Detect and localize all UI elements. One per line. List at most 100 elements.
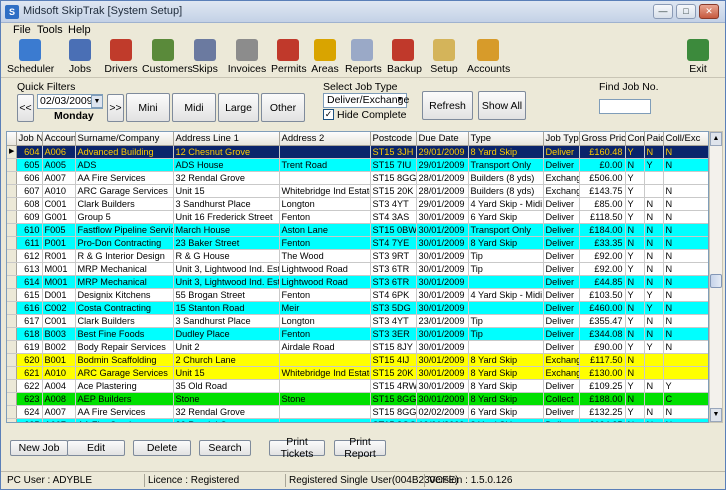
row-indicator[interactable] [7, 340, 17, 354]
table-cell[interactable]: ST15 7IU [370, 158, 417, 172]
table-cell[interactable]: G001 [42, 210, 76, 224]
table-cell[interactable]: Deliver [543, 405, 580, 419]
table-cell[interactable] [279, 171, 371, 185]
current-row-icon[interactable]: ▶ [7, 145, 17, 159]
row-indicator[interactable] [7, 379, 17, 393]
table-cell[interactable]: AEP Builders [75, 392, 174, 406]
table-cell[interactable]: ST15 0BW [370, 223, 417, 237]
toolbar-invoices-button[interactable]: Invoices [227, 39, 267, 76]
filter-mini-button[interactable]: Mini [126, 93, 170, 122]
table-cell[interactable]: £130.00 [579, 366, 626, 380]
table-row[interactable]: 611 P001 Pro-Don Contracting 23 Baker Stree… [7, 236, 708, 250]
table-row[interactable]: 621 A010 ARC Garage Services Unit 15 Whitebr… [7, 366, 708, 380]
table-cell[interactable]: Dudley Place [173, 327, 280, 341]
table-cell[interactable]: N [625, 366, 645, 380]
table-cell[interactable]: 623 [16, 392, 43, 406]
table-cell[interactable]: Deliver [543, 145, 580, 159]
table-cell[interactable]: N [663, 223, 708, 237]
filter-large-button[interactable]: Large [218, 93, 259, 122]
table-cell[interactable]: N [644, 249, 664, 263]
table-cell[interactable]: £85.00 [579, 197, 626, 211]
table-cell[interactable]: Y [625, 184, 645, 198]
table-cell[interactable]: Exchange [543, 353, 580, 367]
table-cell[interactable]: 8 Yard Skip [468, 145, 544, 159]
table-cell[interactable]: ST15 8GG [370, 392, 417, 406]
table-cell[interactable]: £117.50 [579, 353, 626, 367]
table-cell[interactable]: ST3 5DG [370, 301, 417, 315]
table-cell[interactable]: N [625, 327, 645, 341]
table-cell[interactable]: 8 Yard Skip [468, 236, 544, 250]
table-cell[interactable]: Y [625, 340, 645, 354]
table-cell[interactable]: A008 [42, 392, 76, 406]
table-cell[interactable]: 616 [16, 301, 43, 315]
table-cell[interactable]: B003 [42, 327, 76, 341]
row-indicator[interactable] [7, 184, 17, 198]
table-cell[interactable]: ARC Garage Services [75, 184, 174, 198]
menu-file[interactable]: File [13, 24, 31, 36]
row-indicator[interactable] [7, 327, 17, 341]
table-cell[interactable]: Fenton [279, 210, 371, 224]
table-cell[interactable]: Ace Plastering [75, 379, 174, 393]
table-cell[interactable] [644, 353, 664, 367]
table-cell[interactable] [663, 366, 708, 380]
search-button[interactable]: Search [199, 440, 251, 456]
table-cell[interactable]: Aston Lane [279, 223, 371, 237]
table-cell[interactable]: 614 [16, 275, 43, 289]
table-row[interactable]: 614 M001 MRP Mechanical Unit 3, Lightwood I… [7, 275, 708, 289]
table-cell[interactable]: 615 [16, 288, 43, 302]
table-cell[interactable]: Y [644, 288, 664, 302]
table-cell[interactable]: 30/01/2009 [416, 392, 469, 406]
table-cell[interactable]: ST15 20K [370, 184, 417, 198]
toolbar-accounts-button[interactable]: Accounts [467, 39, 510, 76]
table-cell[interactable]: Deliver [543, 301, 580, 315]
table-cell[interactable]: Y [625, 171, 645, 185]
table-cell[interactable]: Stone [173, 392, 280, 406]
table-cell[interactable]: Designix Kitchens [75, 288, 174, 302]
table-cell[interactable]: Deliver [543, 288, 580, 302]
table-cell[interactable]: Exchange [543, 171, 580, 185]
table-cell[interactable]: A007 [42, 405, 76, 419]
table-cell[interactable]: 32 Rendal Grove [173, 171, 280, 185]
table-cell[interactable]: 607 [16, 184, 43, 198]
table-cell[interactable]: A004 [42, 379, 76, 393]
table-cell[interactable]: Y [644, 301, 664, 315]
table-cell[interactable]: Tip [468, 249, 544, 263]
table-cell[interactable]: 19/01/2009 [416, 418, 469, 422]
toolbar-permits-button[interactable]: Permits [271, 39, 307, 76]
table-cell[interactable]: N [663, 210, 708, 224]
table-cell[interactable]: 32 Rendal Grove [173, 418, 280, 422]
table-cell[interactable]: ST4 6PK [370, 288, 417, 302]
table-cell[interactable]: 3 Sandhurst Place [173, 314, 280, 328]
table-cell[interactable]: Advanced Building [75, 145, 174, 159]
table-cell[interactable]: £160.48 [579, 145, 626, 159]
table-cell[interactable]: C002 [42, 301, 76, 315]
table-cell[interactable]: 2 Church Lane [173, 353, 280, 367]
table-cell[interactable]: 8 Yard Skip [468, 366, 544, 380]
table-cell[interactable]: £90.00 [579, 340, 626, 354]
table-cell[interactable]: N [663, 275, 708, 289]
table-cell[interactable]: Whitebridge Ind Estate [279, 184, 371, 198]
table-cell[interactable]: 609 [16, 210, 43, 224]
column-header[interactable]: Job Type [543, 132, 580, 146]
table-cell[interactable]: £44.85 [579, 275, 626, 289]
table-cell[interactable]: M001 [42, 275, 76, 289]
table-cell[interactable]: ST4 7YE [370, 236, 417, 250]
table-cell[interactable]: N [644, 145, 664, 159]
table-cell[interactable]: 608 [16, 197, 43, 211]
table-cell[interactable]: M001 [42, 262, 76, 276]
table-cell[interactable] [279, 418, 371, 422]
table-cell[interactable]: 4 Yard Skip - Midi [468, 288, 544, 302]
table-cell[interactable] [468, 275, 544, 289]
table-cell[interactable] [663, 353, 708, 367]
table-row[interactable]: 605 A005 ADS ADS House Trent Road ST15 7IU 29/… [7, 158, 708, 172]
table-row[interactable]: 624 A007 AA Fire Services 32 Rendal Grove ST… [7, 405, 708, 419]
table-cell[interactable]: B002 [42, 340, 76, 354]
table-cell[interactable]: N [663, 249, 708, 263]
row-indicator[interactable] [7, 223, 17, 237]
table-cell[interactable]: Deliver [543, 158, 580, 172]
table-cell[interactable]: N [625, 158, 645, 172]
table-cell[interactable]: £344.08 [579, 327, 626, 341]
table-cell[interactable]: March House [173, 223, 280, 237]
table-row[interactable]: 613 M001 MRP Mechanical Unit 3, Lightwood I… [7, 262, 708, 276]
table-cell[interactable]: N [644, 418, 664, 422]
